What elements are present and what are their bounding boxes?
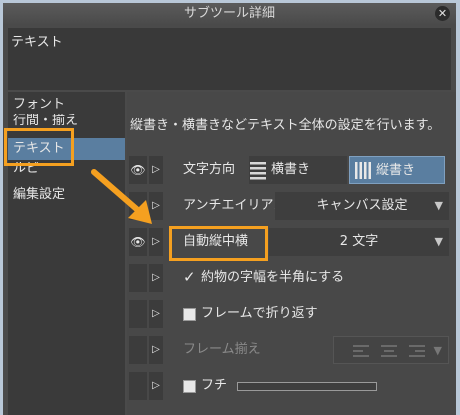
eye-icon[interactable]: 👁 [129, 264, 147, 292]
auto-tatechuyoko-dropdown[interactable]: 2 文字 ▼ [269, 228, 449, 256]
auto-tatechuyoko-highlight [169, 226, 268, 261]
expand-triangle-icon[interactable]: ▷ [149, 300, 163, 328]
antialias-value: キャンバス設定 [316, 198, 408, 213]
row-frame-wrap: 👁 ▷ フレームで折り返す [127, 296, 456, 332]
vertical-writing-option[interactable]: 縦書き [349, 156, 445, 184]
row-punctuation-halfwidth: 👁 ▷ ✓ 約物の字幅を半角にする [127, 260, 456, 296]
window-titlebar: サブツール詳細 ✕ [3, 3, 456, 25]
horizontal-writing-label: 横書き [271, 162, 311, 177]
frame-wrap-label: フレームで折り返す [201, 306, 318, 321]
auto-tatechuyoko-value: 2 文字 [339, 234, 379, 249]
expand-triangle-icon[interactable]: ▷ [149, 372, 163, 400]
edge-width-slider[interactable] [237, 382, 377, 391]
dropdown-arrow-icon: ▼ [433, 344, 442, 357]
vertical-lines-icon [355, 161, 371, 179]
eye-icon[interactable]: 👁 [129, 336, 147, 364]
frame-align-label: フレーム揃え [183, 342, 261, 357]
vertical-writing-label: 縦書き [376, 163, 416, 178]
window-title: サブツール詳細 [183, 6, 275, 21]
sidebar-text-highlight [4, 128, 74, 166]
text-preview: テキスト [8, 28, 451, 90]
eye-icon[interactable]: 👁 [129, 300, 147, 328]
horizontal-writing-option[interactable]: 横書き [249, 156, 347, 184]
row-frame-align: 👁 ▷ フレーム揃え ▼ [127, 332, 456, 368]
close-icon[interactable]: ✕ [435, 6, 450, 21]
dropdown-arrow-icon: ▼ [434, 199, 443, 212]
row-antialias: 👁 ▷ アンチエイリアス キャンバス設定 ▼ [127, 188, 456, 224]
panel-description: 縦書き・横書きなどテキスト全体の設定を行います。 [130, 118, 441, 133]
subtool-detail-window: サブツール詳細 ✕ テキスト フォント 行間・揃え テキスト ルビ 編集設定 縦… [3, 3, 456, 415]
annotation-arrow-icon [91, 169, 152, 224]
row-text-direction: 👁 ▷ 文字方向 横書き 縦書き [127, 152, 456, 188]
text-direction-label: 文字方向 [183, 162, 236, 177]
checkbox-checked-icon[interactable]: ✓ [183, 270, 196, 285]
align-options-icon [353, 344, 425, 357]
edge-label: フチ [201, 378, 228, 393]
sidebar-item-font[interactable]: フォント [8, 94, 125, 116]
punctuation-halfwidth-label: 約物の字幅を半角にする [201, 270, 345, 285]
antialias-label: アンチエイリアス [183, 198, 287, 213]
expand-triangle-icon[interactable]: ▷ [149, 264, 163, 292]
eye-icon[interactable]: 👁 [129, 228, 147, 256]
row-edge: 👁 ▷ フチ [127, 368, 456, 404]
horizontal-lines-icon [250, 161, 266, 179]
dropdown-arrow-icon: ▼ [434, 235, 443, 248]
expand-triangle-icon[interactable]: ▷ [149, 228, 163, 256]
frame-wrap-checkbox[interactable] [183, 308, 196, 321]
screenshot-frame: サブツール詳細 ✕ テキスト フォント 行間・揃え テキスト ルビ 編集設定 縦… [0, 0, 460, 415]
sidebar-item-line-spacing[interactable]: 行間・揃え [8, 114, 125, 128]
expand-triangle-icon[interactable]: ▷ [149, 336, 163, 364]
preview-text: テキスト [11, 35, 63, 50]
antialias-dropdown[interactable]: キャンバス設定 ▼ [275, 192, 449, 220]
frame-align-dropdown[interactable]: ▼ [333, 336, 449, 364]
edge-checkbox[interactable] [183, 380, 196, 393]
eye-icon[interactable]: 👁 [129, 372, 147, 400]
